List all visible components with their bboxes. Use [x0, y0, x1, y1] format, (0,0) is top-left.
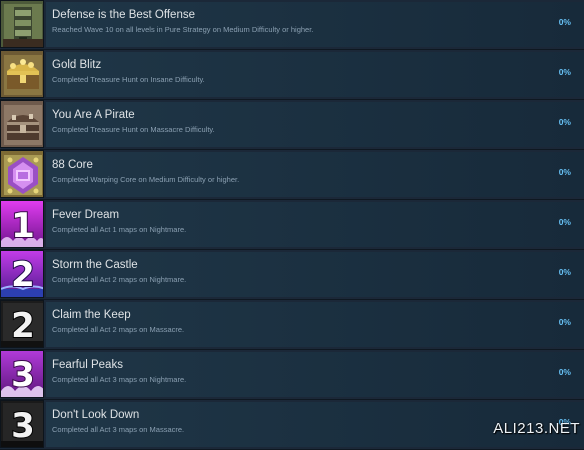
act-1-nightmare-icon: 1: [0, 200, 44, 248]
achievement-percent: 0%: [558, 267, 571, 277]
achievement-body: 88 Core Completed Warping Core on Medium…: [46, 152, 584, 197]
achievement-description: Reached Wave 10 on all levels in Pure St…: [52, 25, 314, 34]
achievement-body: Fearful Peaks Completed all Act 3 maps o…: [46, 352, 584, 397]
achievement-row[interactable]: 2 Claim the Keep Completed all Act 2 map…: [0, 300, 584, 350]
achievement-percent: 0%: [558, 317, 571, 327]
achievement-description: Completed all Act 1 maps on Nightmare.: [52, 225, 187, 234]
achievement-percent: 0%: [558, 217, 571, 227]
achievement-title: Don't Look Down: [52, 409, 140, 421]
achievement-description: Completed all Act 2 maps on Massacre.: [52, 325, 185, 334]
achievement-title: 88 Core: [52, 159, 93, 171]
achievement-description: Completed all Act 3 maps on Massacre.: [52, 425, 185, 434]
achievement-row[interactable]: 2 Storm the Castle Completed all Act 2 m…: [0, 250, 584, 300]
achievement-title: Fever Dream: [52, 209, 120, 221]
achievement-title: Claim the Keep: [52, 309, 131, 321]
achievement-list: Defense is the Best Offense Reached Wave…: [0, 0, 584, 450]
act-2-nightmare-icon: 2: [0, 250, 44, 298]
pirate-chest-icon: [0, 100, 44, 148]
badge-number: 2: [11, 255, 35, 295]
achievement-row[interactable]: Gold Blitz Completed Treasure Hunt on In…: [0, 50, 584, 100]
achievement-title: Defense is the Best Offense: [52, 9, 195, 21]
achievement-percent: 0%: [558, 367, 571, 377]
treasure-chest-icon: [0, 50, 44, 98]
achievement-percent: 0%: [558, 17, 571, 27]
act-3-massacre-icon: 3: [0, 400, 44, 448]
achievement-percent: 0%: [558, 67, 571, 77]
achievement-percent: 0%: [558, 167, 571, 177]
achievement-title: You Are A Pirate: [52, 109, 135, 121]
achievement-body: Fever Dream Completed all Act 1 maps on …: [46, 202, 584, 247]
watermark: ALI213.NET: [493, 420, 580, 437]
achievement-body: Storm the Castle Completed all Act 2 map…: [46, 252, 584, 297]
achievement-body: You Are A Pirate Completed Treasure Hunt…: [46, 102, 584, 147]
badge-number: 3: [11, 355, 35, 395]
achievement-row[interactable]: You Are A Pirate Completed Treasure Hunt…: [0, 100, 584, 150]
achievement-body: Defense is the Best Offense Reached Wave…: [46, 2, 584, 47]
achievement-title: Fearful Peaks: [52, 359, 123, 371]
achievement-description: Completed Treasure Hunt on Insane Diffic…: [52, 75, 205, 84]
achievement-body: Claim the Keep Completed all Act 2 maps …: [46, 302, 584, 347]
achievement-description: Completed all Act 3 maps on Nightmare.: [52, 375, 187, 384]
tower-icon: [0, 0, 44, 48]
badge-number: 1: [11, 206, 35, 246]
achievement-title: Storm the Castle: [52, 259, 138, 271]
achievement-row[interactable]: 3 Fearful Peaks Completed all Act 3 maps…: [0, 350, 584, 400]
achievement-percent: 0%: [558, 117, 571, 127]
achievement-title: Gold Blitz: [52, 59, 102, 71]
achievement-description: Completed Warping Core on Medium Difficu…: [52, 175, 240, 184]
achievement-row[interactable]: 1 Fever Dream Completed all Act 1 maps o…: [0, 200, 584, 250]
badge-number: 3: [11, 406, 35, 446]
achievement-row[interactable]: Defense is the Best Offense Reached Wave…: [0, 0, 584, 50]
act-2-massacre-icon: 2: [0, 300, 44, 348]
achievement-body: Gold Blitz Completed Treasure Hunt on In…: [46, 52, 584, 97]
act-3-nightmare-icon: 3: [0, 350, 44, 398]
achievement-description: Completed Treasure Hunt on Massacre Diff…: [52, 125, 215, 134]
achievement-description: Completed all Act 2 maps on Nightmare.: [52, 275, 187, 284]
core-crystal-icon: [0, 150, 44, 198]
badge-number: 2: [11, 306, 35, 346]
achievement-row[interactable]: 88 Core Completed Warping Core on Medium…: [0, 150, 584, 200]
